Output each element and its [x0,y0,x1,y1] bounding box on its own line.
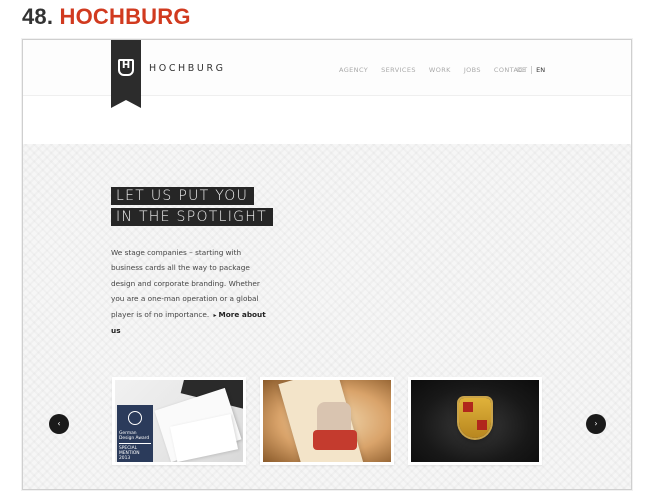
stationery-image: German Design Award SPECIAL MENTION 2013 [115,380,243,462]
article-title: HOCHBURG [59,4,191,29]
nav-item-services[interactable]: SERVICES [381,66,416,74]
main-nav: AGENCY SERVICES WORK JOBS CONTACT [339,66,541,74]
carousel-item-stationery[interactable]: German Design Award SPECIAL MENTION 2013 [112,377,246,465]
logo-letter: H [121,60,131,71]
headline-line-1: LET US PUT YOU [111,187,255,205]
article-number: 48. [22,4,54,29]
site-header: H HOCHBURG AGENCY SERVICES WORK JOBS CON… [23,40,631,108]
packaging-image [263,380,391,462]
arrow-right-icon: ▸ [213,311,217,319]
article-heading: 48. HOCHBURG [22,4,191,30]
shield-logo-icon: H [118,59,134,76]
headline-line-2: IN THE SPOTLIGHT [111,208,273,226]
nav-item-work[interactable]: WORK [429,66,451,74]
award-ring-icon [128,411,142,425]
lang-en[interactable]: EN [532,66,545,74]
carousel-item-packaging[interactable] [260,377,394,465]
crest-image [411,380,539,462]
award-line-2: Design Award [119,436,150,441]
hero-headline: LET US PUT YOU IN THE SPOTLIGHT [111,187,273,229]
nav-item-jobs[interactable]: JOBS [464,66,481,74]
nav-item-agency[interactable]: AGENCY [339,66,368,74]
intro-text: We stage companies – starting with busin… [111,248,260,319]
brand-name[interactable]: HOCHBURG [149,63,226,74]
hero-section: LET US PUT YOU IN THE SPOTLIGHT We stage… [23,144,631,489]
carousel-prev-button[interactable]: ‹ [49,414,69,434]
carousel-item-crest[interactable] [408,377,542,465]
language-switcher: DE EN [517,66,545,74]
award-divider [119,443,151,444]
carousel-next-button[interactable]: › [586,414,606,434]
design-award-badge: German Design Award SPECIAL MENTION 2013 [117,405,153,462]
chevron-right-icon: › [594,419,598,428]
lang-de[interactable]: DE [517,66,533,74]
apron-shape [313,430,357,450]
logo-badge[interactable]: H [111,40,141,108]
hero-intro: We stage companies – starting with busin… [111,245,273,338]
crest-emblem-icon [459,398,491,438]
chevron-left-icon: ‹ [57,419,61,428]
website-screenshot: H HOCHBURG AGENCY SERVICES WORK JOBS CON… [22,39,632,490]
award-line-4: MENTION 2013 [119,451,140,461]
